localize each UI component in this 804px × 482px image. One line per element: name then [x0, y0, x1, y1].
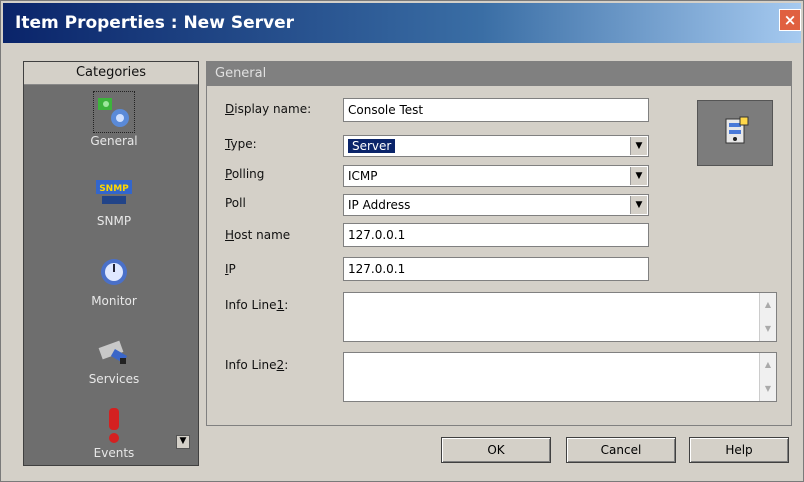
close-button[interactable]: × — [779, 9, 801, 31]
svg-text:SNMP: SNMP — [99, 184, 129, 194]
scroll-down-icon[interactable]: ▼ — [760, 377, 776, 401]
ok-button[interactable]: OK — [441, 437, 551, 463]
chevron-down-icon[interactable]: ▼ — [630, 167, 647, 185]
title-bar[interactable]: Item Properties : New Server × — [3, 3, 801, 43]
category-label: SNMP — [96, 214, 132, 228]
dialog-body: Categories General SNMP SNMP Monitor Ser… — [11, 53, 795, 473]
display-name-label: Display name: — [225, 102, 312, 116]
help-button[interactable]: Help — [689, 437, 789, 463]
polling-label: Polling — [225, 167, 265, 181]
category-snmp[interactable]: SNMP SNMP — [64, 172, 164, 242]
categories-header: Categories — [24, 62, 198, 85]
info-line1-textarea[interactable]: ▲ ▼ — [343, 292, 777, 342]
general-header: General — [207, 62, 791, 86]
type-label: Type: — [225, 137, 257, 151]
categories-panel: Categories General SNMP SNMP Monitor Ser… — [23, 61, 199, 466]
poll-label: Poll — [225, 196, 246, 210]
scrollbar[interactable]: ▲ ▼ — [759, 293, 776, 341]
info-line2-textarea[interactable]: ▲ ▼ — [343, 352, 777, 402]
category-label: Events — [93, 446, 135, 460]
polling-value: ICMP — [348, 169, 378, 183]
category-monitor[interactable]: Monitor — [64, 252, 164, 322]
category-label: Monitor — [91, 294, 137, 308]
general-panel: General Display name: Console Test Type:… — [206, 61, 792, 426]
chevron-down-icon[interactable]: ▼ — [630, 196, 647, 214]
ip-field[interactable]: 127.0.0.1 — [343, 257, 649, 281]
monitor-icon — [101, 259, 127, 285]
events-icon — [109, 408, 119, 443]
cancel-button[interactable]: Cancel — [566, 437, 676, 463]
type-value: Server — [348, 139, 396, 153]
scrollbar[interactable]: ▲ ▼ — [759, 353, 776, 401]
snmp-icon: SNMP — [96, 180, 132, 204]
category-events[interactable]: Events — [64, 404, 164, 474]
info-line1-label: Info Line1: — [225, 298, 289, 312]
display-name-field[interactable]: Console Test — [343, 98, 649, 122]
window-title: Item Properties : New Server — [15, 13, 294, 33]
item-properties-dialog: Item Properties : New Server × Categorie… — [0, 0, 804, 482]
general-icon — [93, 91, 135, 133]
category-general[interactable]: General — [64, 91, 164, 162]
host-name-label: Host name — [225, 228, 291, 242]
scroll-up-icon[interactable]: ▲ — [760, 293, 776, 317]
scroll-down-icon[interactable]: ▼ — [760, 317, 776, 341]
category-services[interactable]: Services — [64, 330, 164, 400]
chevron-down-icon[interactable]: ▼ — [630, 137, 647, 155]
scroll-up-icon[interactable]: ▲ — [760, 353, 776, 377]
host-name-field[interactable]: 127.0.0.1 — [343, 223, 649, 247]
categories-scroll-down-button[interactable]: ▼ — [176, 435, 190, 449]
server-icon-box — [697, 100, 773, 166]
type-select[interactable]: Server ▼ — [343, 135, 649, 157]
ip-label: IP — [225, 262, 236, 276]
poll-select[interactable]: IP Address ▼ — [343, 194, 649, 216]
services-icon — [98, 340, 128, 364]
category-label: General — [90, 134, 138, 148]
server-icon — [725, 116, 749, 144]
info-line2-label: Info Line2: — [225, 358, 289, 372]
category-label: Services — [88, 372, 140, 386]
poll-value: IP Address — [348, 198, 411, 212]
polling-select[interactable]: ICMP ▼ — [343, 165, 649, 187]
